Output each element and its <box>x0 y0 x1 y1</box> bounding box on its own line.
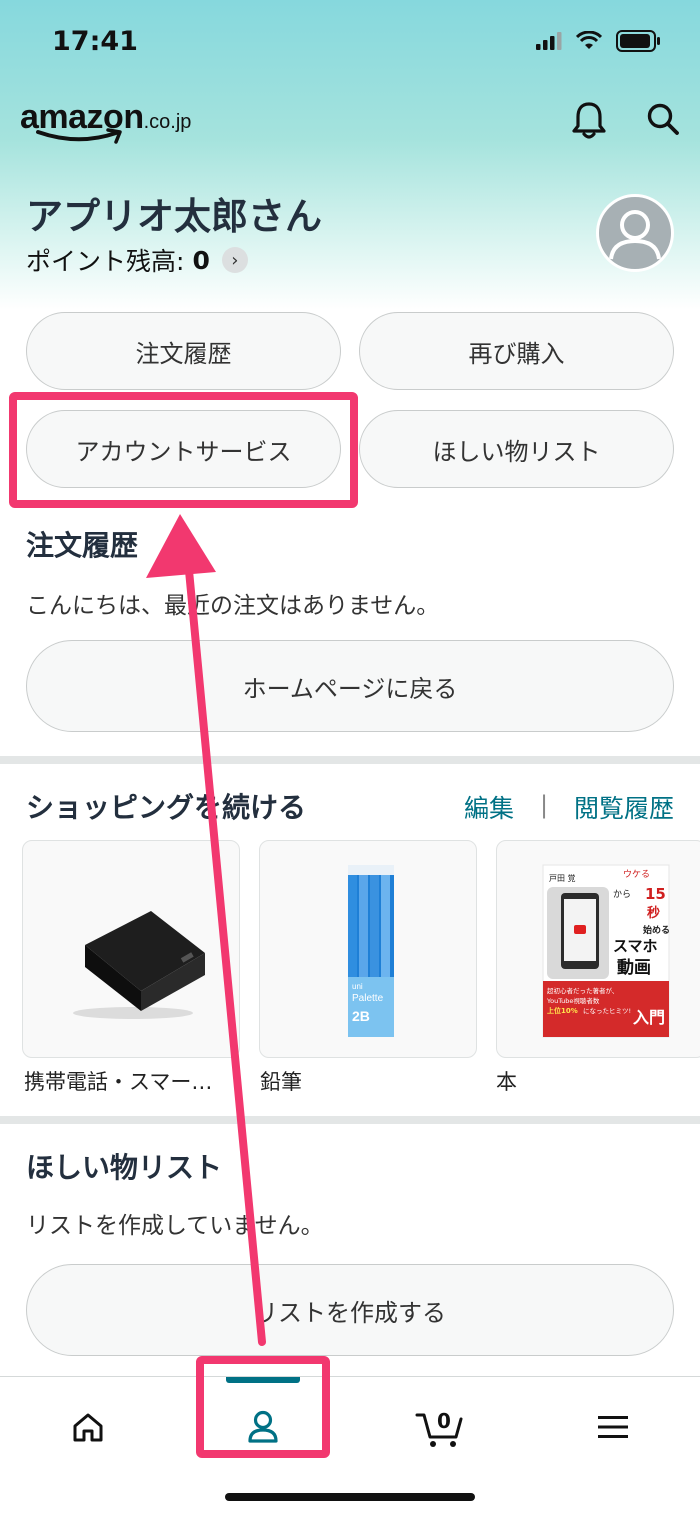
edit-link[interactable]: 編集 <box>464 789 514 825</box>
book-title-main2: 動画 <box>617 957 651 978</box>
book-band-line4: になったヒミツ! <box>583 1007 631 1015</box>
status-time: 17:41 <box>52 26 138 57</box>
section-divider <box>0 1116 700 1124</box>
signal-icon <box>536 32 562 50</box>
points-balance[interactable]: ポイント残高: 0 › <box>26 242 248 278</box>
product-card[interactable]: uni Palette 2B <box>259 840 477 1058</box>
account-tab-highlight <box>196 1356 330 1458</box>
book-author: 戸田 覚 <box>549 873 576 883</box>
tab-menu[interactable] <box>583 1397 643 1457</box>
cart-icon: 0 <box>415 1409 463 1447</box>
battery-icon <box>616 30 660 52</box>
orders-button-label: 注文履歴 <box>135 339 232 368</box>
product-card-label: 携帯電話・スマー… <box>24 1070 213 1094</box>
book-band-line2: YouTube視聴者数 <box>546 996 600 1005</box>
create-list-button-label: リストを作成する <box>254 1298 446 1327</box>
bell-icon[interactable] <box>570 100 608 140</box>
section-divider <box>0 756 700 764</box>
pencil-brand: uni <box>352 982 363 991</box>
book-title-unit: 秒 <box>647 905 660 921</box>
continue-shopping-title: ショッピングを続ける <box>26 791 307 824</box>
status-bar: 17:41 <box>0 0 700 86</box>
pencil-grade: 2B <box>352 1008 370 1024</box>
chevron-right-icon[interactable]: › <box>221 247 248 273</box>
product-card-label: 鉛筆 <box>260 1070 302 1094</box>
pencil-box-image: uni Palette 2B <box>348 865 394 1037</box>
book-band-line3: 上位10% <box>547 1006 578 1015</box>
user-greeting: アプリオ太郎さん <box>26 195 322 238</box>
tab-home[interactable] <box>58 1397 118 1457</box>
book-title-main1: スマホ <box>613 937 658 955</box>
product-card[interactable]: 戸田 覚 ウケる 15 秒 から 始める スマホ 動画 超初心者だった著者が、 … <box>496 840 700 1058</box>
book-tag: ウケる <box>623 869 650 880</box>
logo-smile-icon <box>36 128 122 144</box>
status-icons <box>536 30 662 52</box>
product-card-label: 本 <box>496 1070 517 1094</box>
menu-icon <box>598 1416 628 1438</box>
pencil-name: Palette <box>352 993 384 1004</box>
book-band-line1: 超初心者だった著者が、 <box>547 986 618 995</box>
book-title-main3: 入門 <box>633 1008 665 1027</box>
book-title-number: 15 <box>645 885 666 903</box>
orders-section-title: 注文履歴 <box>26 529 139 562</box>
book-title-from: から <box>613 889 631 900</box>
buy-again-button[interactable]: 再び購入 <box>359 312 674 390</box>
create-list-button[interactable]: リストを作成する <box>26 1264 674 1356</box>
person-icon <box>609 210 661 260</box>
points-label: ポイント残高: <box>26 247 185 276</box>
amazon-logo[interactable]: amazon.co.jp <box>20 98 220 148</box>
back-to-home-button[interactable]: ホームページに戻る <box>26 640 674 732</box>
buy-again-button-label: 再び購入 <box>468 339 565 368</box>
cart-count: 0 <box>437 1409 451 1433</box>
power-bank-image <box>73 911 205 1019</box>
book-title-start: 始める <box>643 924 670 936</box>
wishlist-button[interactable]: ほしい物リスト <box>359 410 674 488</box>
tab-cart[interactable]: 0 <box>408 1397 472 1457</box>
account-services-highlight <box>9 392 358 508</box>
book-cover-image: 戸田 覚 ウケる 15 秒 から 始める スマホ 動画 超初心者だった著者が、 … <box>542 864 670 1038</box>
home-icon <box>73 1413 103 1442</box>
home-indicator <box>225 1493 475 1501</box>
avatar[interactable] <box>596 194 674 272</box>
wishlist-section-message: リストを作成していません。 <box>26 1213 324 1239</box>
search-icon[interactable] <box>646 102 680 136</box>
orders-button[interactable]: 注文履歴 <box>26 312 341 390</box>
logo-suffix-text: .co.jp <box>143 111 192 133</box>
orders-section-message: こんにちは、最近の注文はありません。 <box>26 593 440 619</box>
wishlist-section-title: ほしい物リスト <box>26 1151 223 1184</box>
back-to-home-button-label: ホームページに戻る <box>242 674 458 703</box>
wifi-icon <box>576 31 602 49</box>
points-value: 0 <box>192 245 210 275</box>
product-card[interactable] <box>22 840 240 1058</box>
browsing-history-link[interactable]: 閲覧履歴 <box>574 789 674 825</box>
link-separator: | <box>540 791 549 819</box>
wishlist-button-label: ほしい物リスト <box>432 437 601 466</box>
